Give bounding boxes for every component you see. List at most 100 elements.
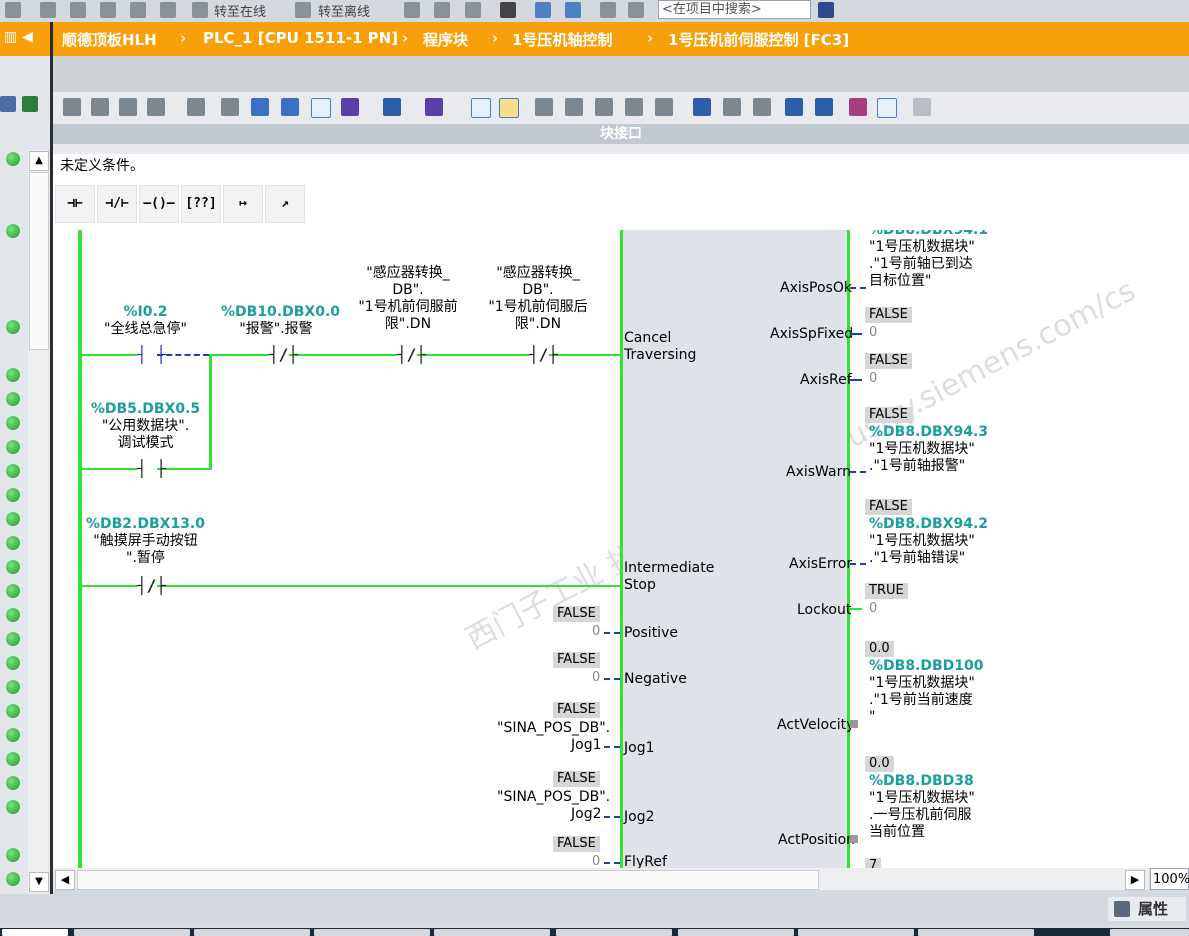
no-contact[interactable]: ┤ ├ [137,459,166,478]
database-icon[interactable] [187,98,205,116]
insert-row-icon[interactable] [119,98,137,116]
tree-view-icon[interactable] [0,96,16,112]
snapshot-icon[interactable] [913,98,931,116]
editor-tab[interactable] [798,929,914,936]
pin-negative[interactable]: Negative [624,671,687,687]
nc-contact-button[interactable]: ⊣/⊢ [97,185,137,223]
nc-contact[interactable]: ┤/├ [529,345,558,364]
start-simulation-icon[interactable] [160,2,176,18]
compile-icon[interactable] [40,2,56,18]
simulation-icon[interactable] [130,2,146,18]
vertical-scrollbar[interactable]: ▲ ▼ [28,150,49,894]
go-online-label[interactable]: 转至在线 [214,1,266,20]
cross-reference-icon[interactable] [693,98,711,116]
next-error-icon[interactable] [595,98,613,116]
pin-axisref[interactable]: AxisRef [800,372,852,388]
scroll-right-icon[interactable]: ▶ [1125,870,1145,890]
close-branch-button[interactable]: ↗ [265,185,305,223]
favorites-icon[interactable] [383,98,401,116]
assignment-icon[interactable] [723,98,741,116]
scroll-thumb[interactable] [77,870,819,890]
coil-button[interactable]: –()– [139,185,179,223]
split-horizontal-icon[interactable] [535,2,551,18]
open-branch-button[interactable]: ↦ [223,185,263,223]
pin-actposition[interactable]: ActPosition [778,832,855,848]
go-offline-icon[interactable] [295,2,311,18]
scroll-down-icon[interactable]: ▼ [29,872,49,892]
no-contact[interactable]: ┤ ├ [137,345,166,364]
go-to-icon[interactable] [535,98,553,116]
pin-axiswarn[interactable]: AxisWarn [786,464,851,480]
pin-axisposok[interactable]: AxisPosOk [780,280,852,296]
monitor-forward-icon[interactable] [815,98,833,116]
list-icon[interactable] [471,98,491,118]
empty-box-button[interactable]: [??] [181,185,221,223]
editor-tab[interactable] [1110,929,1189,936]
delete-network-icon[interactable] [91,98,109,116]
scroll-up-icon[interactable]: ▲ [29,151,49,171]
pin-jog1[interactable]: Jog1 [624,740,655,756]
block-interface-header[interactable]: 块接口 [53,124,1189,144]
add-row-icon[interactable] [147,98,165,116]
block-interface-splitter[interactable] [53,144,1189,154]
editor-tab[interactable] [194,929,310,936]
split-vertical-icon[interactable] [565,2,581,18]
stop-cpu-icon[interactable] [465,2,481,18]
open-all-networks-icon[interactable] [251,98,269,116]
pin-intermediate-stop[interactable]: Intermediate Stop [624,560,714,594]
accessible-devices-icon[interactable] [404,2,420,18]
search-replace-icon[interactable] [849,98,867,116]
tools-icon[interactable] [628,2,644,18]
nc-contact[interactable]: ┤/├ [137,576,166,595]
monitor-back-icon[interactable] [785,98,803,116]
breadcrumb-item-plc[interactable]: PLC_1 [CPU 1511-1 PN] [203,29,398,47]
project-search-input[interactable]: <在项目中搜索> [658,0,811,19]
pin-axiserror[interactable]: AxisError [789,556,852,572]
properties-tab[interactable]: 属性 [1108,897,1186,921]
nc-contact[interactable]: ┤/├ [269,345,298,364]
display-icon[interactable] [425,98,443,116]
ladder-editor[interactable]: 西门子工业 找答案 support.industry.siemens.com/c… [53,230,1189,868]
jump-icon[interactable] [655,98,673,116]
panel-toggle-icon[interactable]: ▥ ◀ [4,29,33,45]
binoculars-icon[interactable] [818,2,834,18]
editor-tab[interactable] [678,929,794,936]
no-contact-button[interactable]: ⊣⊢ [55,185,95,223]
call-structure-icon[interactable] [753,98,771,116]
editor-tab[interactable] [918,929,1034,936]
download-to-device-icon[interactable] [70,2,86,18]
editor-tab[interactable] [434,929,550,936]
refresh-icon[interactable] [22,96,38,112]
close-icon[interactable] [500,2,516,18]
pin-jog2[interactable]: Jog2 [624,809,655,825]
breadcrumb-item-program-blocks[interactable]: 程序块 [423,29,468,50]
upload-icon[interactable] [100,2,116,18]
download-icon[interactable] [5,2,21,18]
horizontal-scrollbar[interactable]: ◀ ▶ [53,868,1149,890]
previous-error-icon[interactable] [625,98,643,116]
editor-tab[interactable] [2,929,68,936]
editor-tab[interactable] [314,929,430,936]
scroll-left-icon[interactable]: ◀ [55,870,75,890]
editor-tab[interactable] [74,929,190,936]
pin-actvelocity[interactable]: ActVelocity [777,717,854,733]
insert-network-icon[interactable] [63,98,81,116]
pin-cancel-traversing[interactable]: Cancel Traversing [624,330,696,364]
breadcrumb-item-axis-control[interactable]: 1号压机轴控制 [512,29,612,50]
settings-icon[interactable] [600,2,616,18]
scroll-thumb[interactable] [29,172,49,350]
nc-contact[interactable]: ┤/├ [397,345,426,364]
start-cpu-icon[interactable] [434,2,450,18]
absolute-operands-icon[interactable] [341,98,359,116]
pin-axisspfixed[interactable]: AxisSpFixed [770,326,853,342]
close-all-networks-icon[interactable] [281,98,299,116]
editor-tab[interactable] [556,929,672,936]
go-offline-label[interactable]: 转至离线 [318,1,370,20]
go-back-icon[interactable] [565,98,583,116]
pin-flyref[interactable]: FlyRef [624,854,667,868]
pin-lockout[interactable]: Lockout [797,602,851,618]
go-online-icon[interactable] [192,2,208,18]
pin-positive[interactable]: Positive [624,625,678,641]
breadcrumb-item-project[interactable]: 顺德顶板HLH [62,29,157,50]
align-icon[interactable] [221,98,239,116]
